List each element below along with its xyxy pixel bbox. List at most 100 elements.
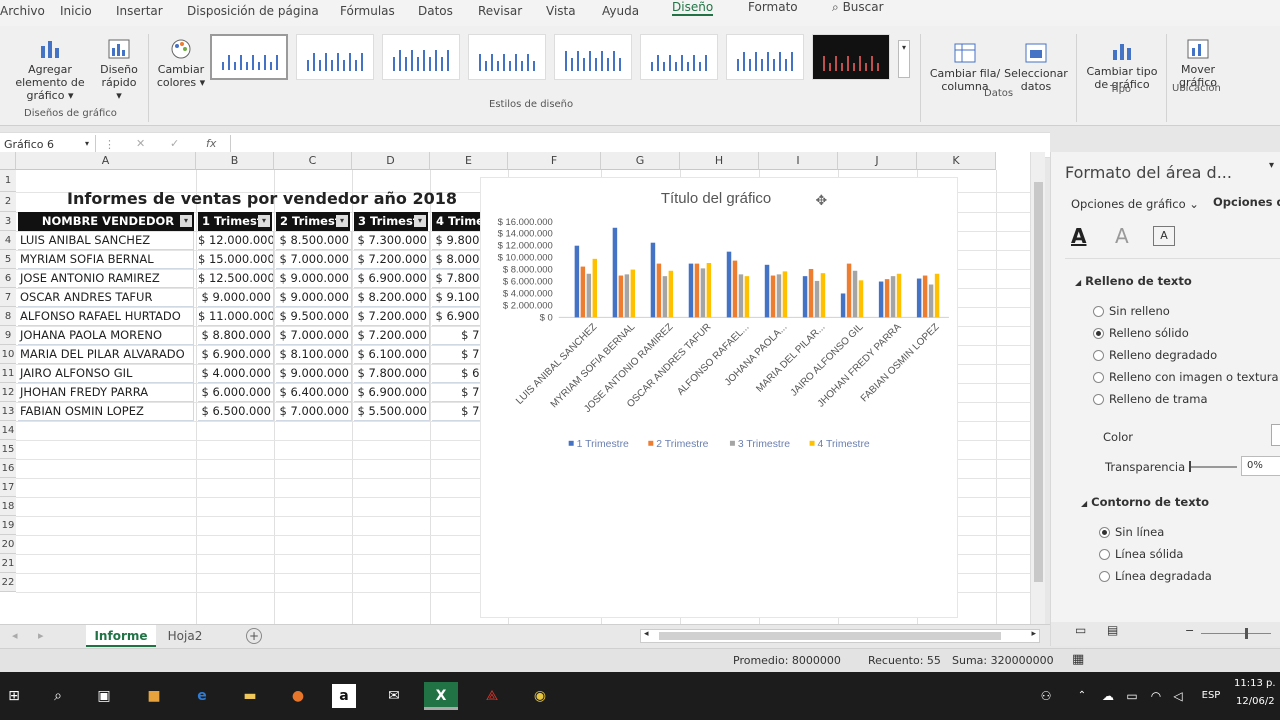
file-explorer-icon[interactable]: ▬ bbox=[236, 682, 264, 710]
column-header-f[interactable]: F bbox=[508, 152, 601, 170]
select-all-corner[interactable] bbox=[0, 152, 16, 170]
row-header-8[interactable]: 8 bbox=[0, 307, 16, 326]
bar-3[interactable] bbox=[852, 270, 858, 318]
column-header-d[interactable]: D bbox=[352, 152, 430, 170]
fill-option-radio[interactable] bbox=[1093, 328, 1104, 339]
bar-3[interactable] bbox=[586, 273, 592, 318]
tab-formulas[interactable]: Fórmulas bbox=[340, 4, 395, 18]
tab-inicio[interactable]: Inicio bbox=[60, 4, 92, 18]
tab-ayuda[interactable]: Ayuda bbox=[602, 4, 639, 18]
bar-4[interactable] bbox=[668, 270, 674, 318]
cell-quarter-2[interactable]: $ 8.100.000 bbox=[276, 345, 352, 364]
transparency-slider[interactable] bbox=[1189, 461, 1237, 472]
fill-option-radio[interactable] bbox=[1093, 306, 1104, 317]
tab-disposicion[interactable]: Disposición de página bbox=[187, 4, 319, 18]
tab-diseno[interactable]: Diseño bbox=[672, 0, 714, 16]
chart-title[interactable]: Título del gráfico bbox=[661, 190, 771, 207]
row-header-16[interactable]: 16 bbox=[0, 459, 16, 478]
bar-4[interactable] bbox=[820, 273, 826, 318]
row-header-17[interactable]: 17 bbox=[0, 478, 16, 497]
cell-seller-name[interactable]: LUIS ANIBAL SANCHEZ bbox=[18, 231, 194, 250]
filter-dropdown-icon[interactable]: ▾ bbox=[180, 215, 192, 227]
chart-style-7[interactable] bbox=[726, 34, 804, 80]
section-text-fill[interactable]: ◢ Relleno de texto bbox=[1075, 274, 1192, 288]
bar-4[interactable] bbox=[706, 263, 712, 318]
bar-2[interactable] bbox=[694, 263, 700, 318]
bar-3[interactable] bbox=[776, 274, 782, 318]
sheet-title[interactable]: Informes de ventas por vendedor año 2018 bbox=[18, 188, 506, 210]
cell-quarter-1[interactable]: $ 8.800.000 bbox=[198, 326, 274, 345]
cell-quarter-2[interactable]: $ 9.500.000 bbox=[276, 307, 352, 326]
legend-label[interactable]: 2 Trimestre bbox=[656, 439, 708, 450]
bar-3[interactable] bbox=[738, 274, 744, 318]
chevron-down-icon[interactable]: ▾ bbox=[1269, 160, 1274, 171]
tab-insertar[interactable]: Insertar bbox=[116, 4, 163, 18]
column-header-g[interactable]: G bbox=[601, 152, 680, 170]
cell-seller-name[interactable]: JAIRO ALFONSO GIL bbox=[18, 364, 194, 383]
row-header-12[interactable]: 12 bbox=[0, 383, 16, 402]
task-view-icon[interactable]: ▣ bbox=[90, 682, 118, 710]
row-header-10[interactable]: 10 bbox=[0, 345, 16, 364]
table-header-2[interactable]: 2 Trimest ▾ bbox=[276, 212, 350, 231]
bar-3[interactable] bbox=[662, 276, 668, 318]
acrobat-icon[interactable]: ⟁ bbox=[478, 682, 506, 710]
outline-option-label[interactable]: Línea sólida bbox=[1115, 547, 1183, 561]
next-sheet-icon[interactable]: ▸ bbox=[38, 629, 44, 642]
outline-option-radio[interactable] bbox=[1099, 571, 1110, 582]
tab-buscar[interactable]: ⌕ Buscar bbox=[832, 0, 884, 15]
bar-1[interactable] bbox=[916, 278, 922, 318]
bar-3[interactable] bbox=[890, 276, 896, 318]
cell-quarter-1[interactable]: $ 6.500.000 bbox=[198, 402, 274, 421]
cell-quarter-2[interactable]: $ 7.000.000 bbox=[276, 326, 352, 345]
cell-quarter-3[interactable]: $ 7.300.000 bbox=[354, 231, 430, 250]
cell-quarter-3[interactable]: $ 7.200.000 bbox=[354, 307, 430, 326]
cell-quarter-3[interactable]: $ 6.100.000 bbox=[354, 345, 430, 364]
cell-quarter-3[interactable]: $ 7.800.000 bbox=[354, 364, 430, 383]
cell-seller-name[interactable]: MARIA DEL PILAR ALVARADO bbox=[18, 345, 194, 364]
tab-archivo[interactable]: Archivo bbox=[0, 4, 45, 18]
row-header-9[interactable]: 9 bbox=[0, 326, 16, 345]
page-layout-icon[interactable]: ▭ bbox=[1075, 623, 1086, 637]
horizontal-scrollbar[interactable]: ◂ ▸ bbox=[640, 629, 1040, 643]
people-icon[interactable]: ⚇ bbox=[1032, 682, 1060, 710]
filter-dropdown-icon[interactable]: ▾ bbox=[414, 215, 426, 227]
clock-time[interactable]: 11:13 p. bbox=[1234, 678, 1276, 689]
sheet-tab-informe[interactable]: Informe bbox=[86, 625, 156, 647]
cell-quarter-2[interactable]: $ 9.000.000 bbox=[276, 364, 352, 383]
cell-quarter-1[interactable]: $ 12.000.000 bbox=[198, 231, 274, 250]
enter-icon[interactable]: ✓ bbox=[170, 137, 179, 150]
cell-quarter-3[interactable]: $ 7.200.000 bbox=[354, 250, 430, 269]
row-header-19[interactable]: 19 bbox=[0, 516, 16, 535]
select-data-button[interactable]: Seleccionar datos bbox=[1002, 42, 1070, 93]
bar-4[interactable] bbox=[782, 271, 788, 318]
column-header-a[interactable]: A bbox=[16, 152, 196, 170]
fill-option-label[interactable]: Relleno de trama bbox=[1109, 392, 1208, 406]
row-header-2[interactable]: 2 bbox=[0, 192, 16, 212]
add-sheet-icon[interactable]: + bbox=[246, 628, 262, 644]
change-colors-button[interactable]: Cambiar colores ▾ bbox=[156, 38, 206, 89]
bar-2[interactable] bbox=[808, 268, 814, 318]
cell-quarter-1[interactable]: $ 4.000.000 bbox=[198, 364, 274, 383]
row-header-18[interactable]: 18 bbox=[0, 497, 16, 516]
bar-3[interactable] bbox=[814, 280, 820, 318]
filter-dropdown-icon[interactable]: ▾ bbox=[336, 215, 348, 227]
legend[interactable]: 1 Trimestre 2 Trimestre 3 Trimestre 4 Trime… bbox=[568, 439, 870, 450]
tab-chart-options[interactable]: Opciones de gráfico ⌄ bbox=[1071, 197, 1199, 211]
column-header-k[interactable]: K bbox=[917, 152, 996, 170]
move-chart-button[interactable]: Mover gráfico bbox=[1170, 38, 1226, 89]
bar-2[interactable] bbox=[618, 275, 624, 318]
chart-style-3[interactable] bbox=[382, 34, 460, 80]
cell-seller-name[interactable]: FABIAN OSMIN LOPEZ bbox=[18, 402, 194, 421]
bar-4[interactable] bbox=[934, 273, 940, 318]
quick-layout-button[interactable]: Diseño rápido ▾ bbox=[98, 38, 140, 102]
store-icon[interactable]: ■ bbox=[140, 682, 168, 710]
bar-4[interactable] bbox=[630, 269, 636, 318]
column-header-i[interactable]: I bbox=[759, 152, 838, 170]
windows-start-icon[interactable]: ⊞ bbox=[0, 682, 28, 710]
scroll-right-icon[interactable]: ▸ bbox=[1031, 629, 1036, 639]
column-header-h[interactable]: H bbox=[680, 152, 759, 170]
chart-area[interactable]: Título del gráfico ✥ $ 16.000.000$ 14.00… bbox=[480, 177, 958, 618]
outline-option-label[interactable]: Sin línea bbox=[1115, 525, 1164, 539]
row-header-14[interactable]: 14 bbox=[0, 421, 16, 440]
page-break-icon[interactable]: ▤ bbox=[1107, 623, 1118, 637]
